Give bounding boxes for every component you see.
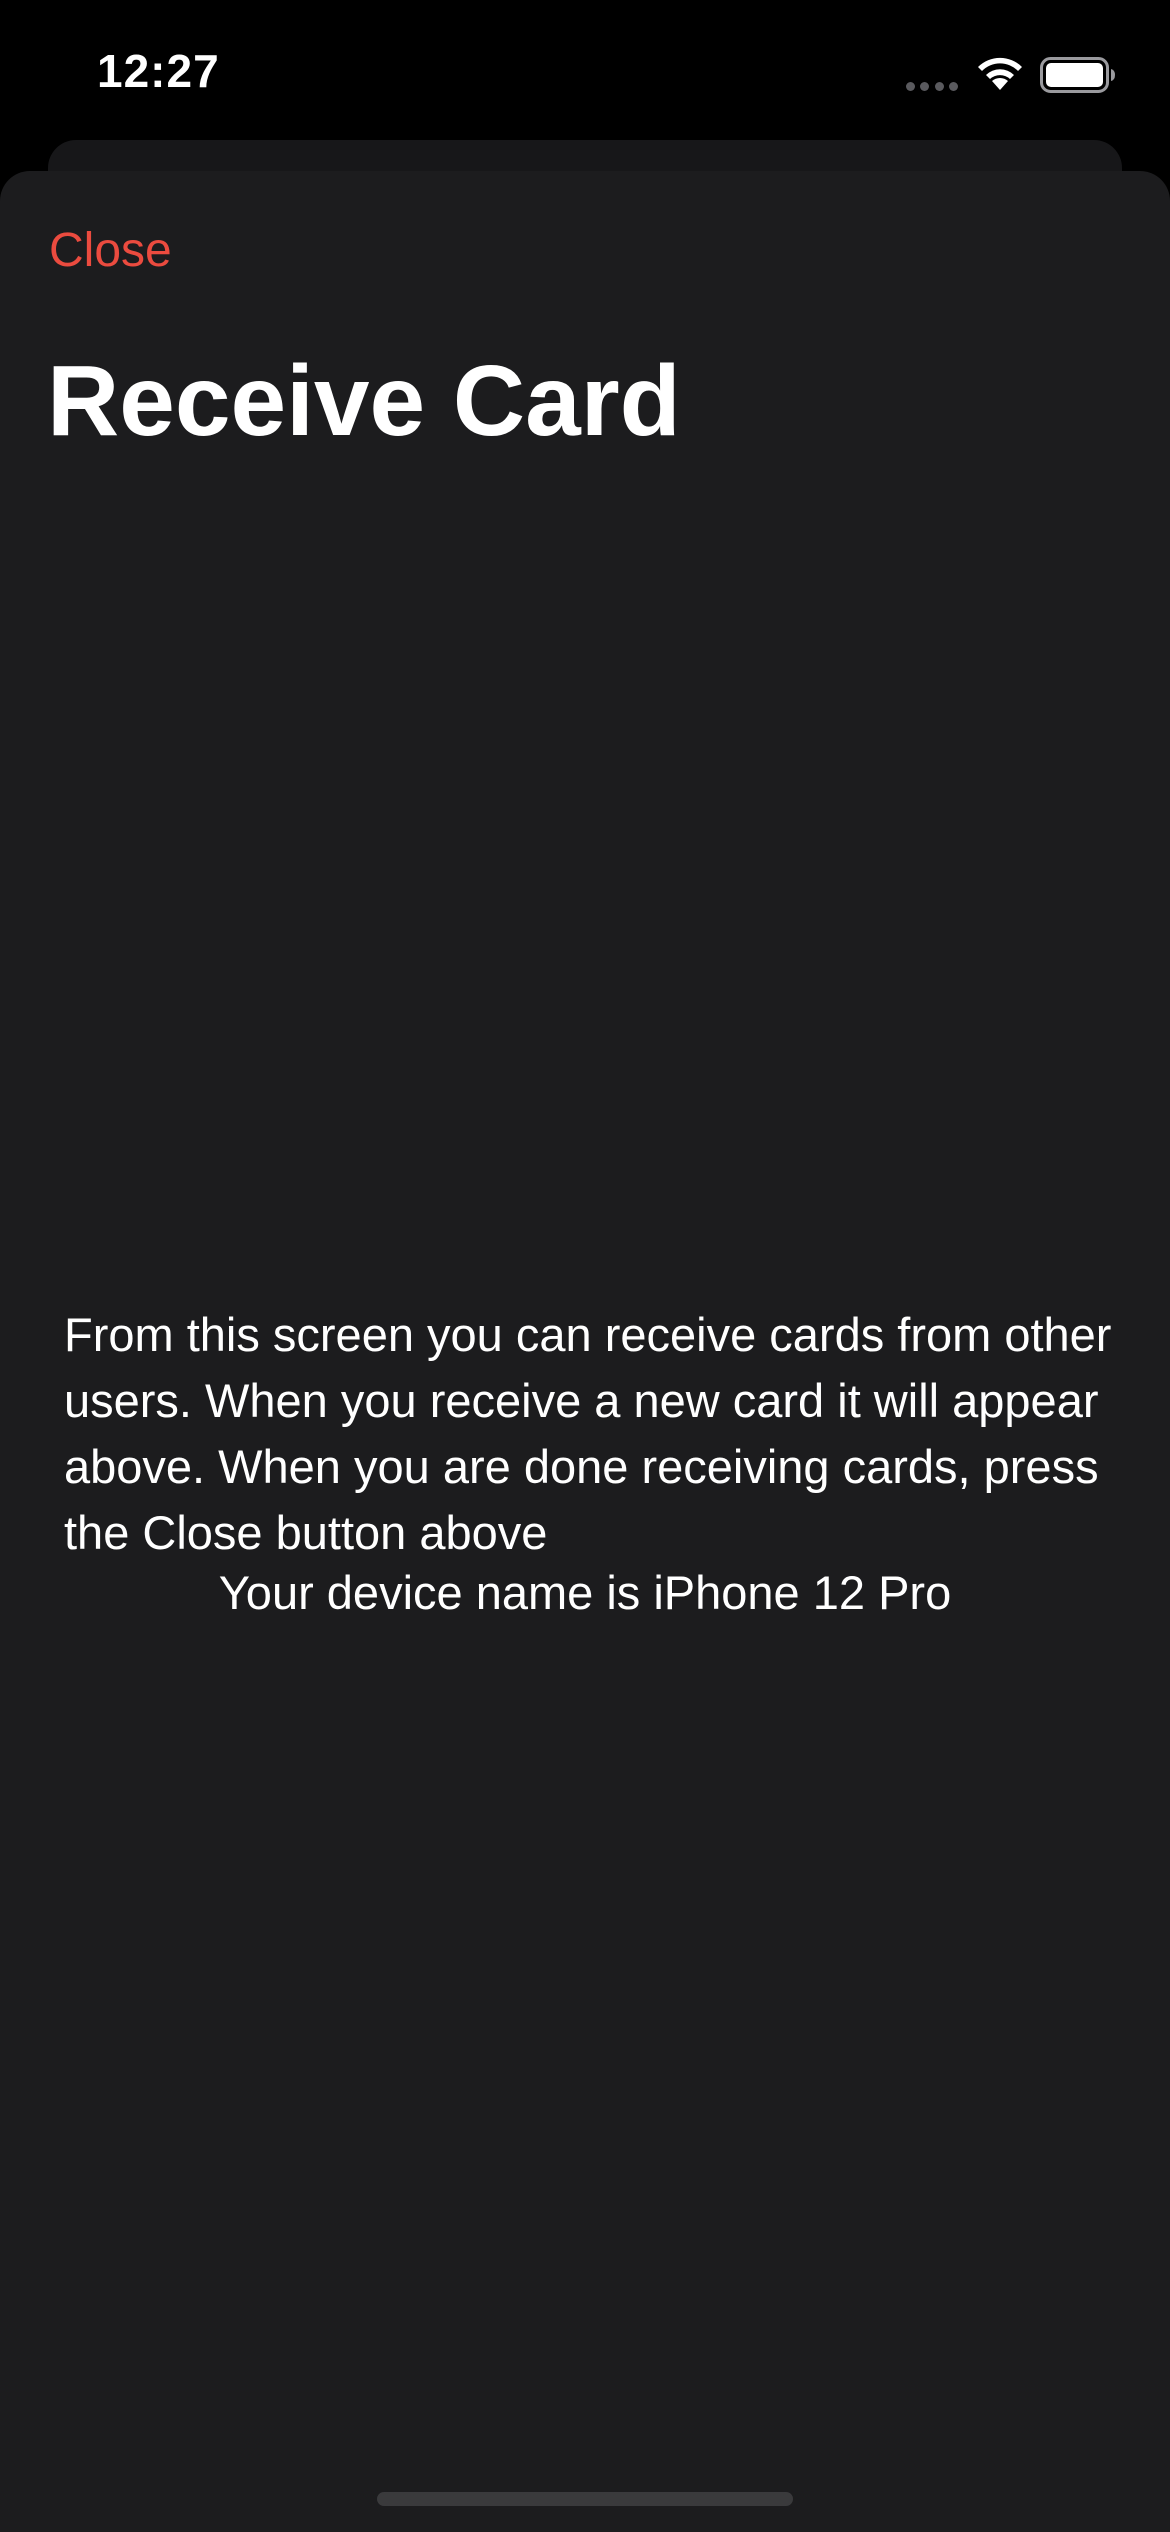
signal-dots-icon	[906, 80, 958, 92]
instructions-text: From this screen you can receive cards f…	[64, 1308, 1112, 1559]
status-bar: 12:27	[0, 0, 1170, 140]
screen: 12:27 Close Receive Card From this scree…	[0, 0, 1170, 2532]
status-time: 12:27	[97, 45, 220, 97]
device-name-text: Your device name is iPhone 12 Pro	[218, 1566, 952, 1619]
close-button[interactable]: Close	[49, 223, 172, 278]
home-indicator[interactable]	[377, 2492, 793, 2506]
page-title: Receive Card	[47, 345, 681, 457]
receive-card-sheet: Close Receive Card From this screen you …	[0, 171, 1170, 2532]
wifi-icon	[978, 57, 1022, 90]
battery-icon	[1040, 57, 1115, 93]
